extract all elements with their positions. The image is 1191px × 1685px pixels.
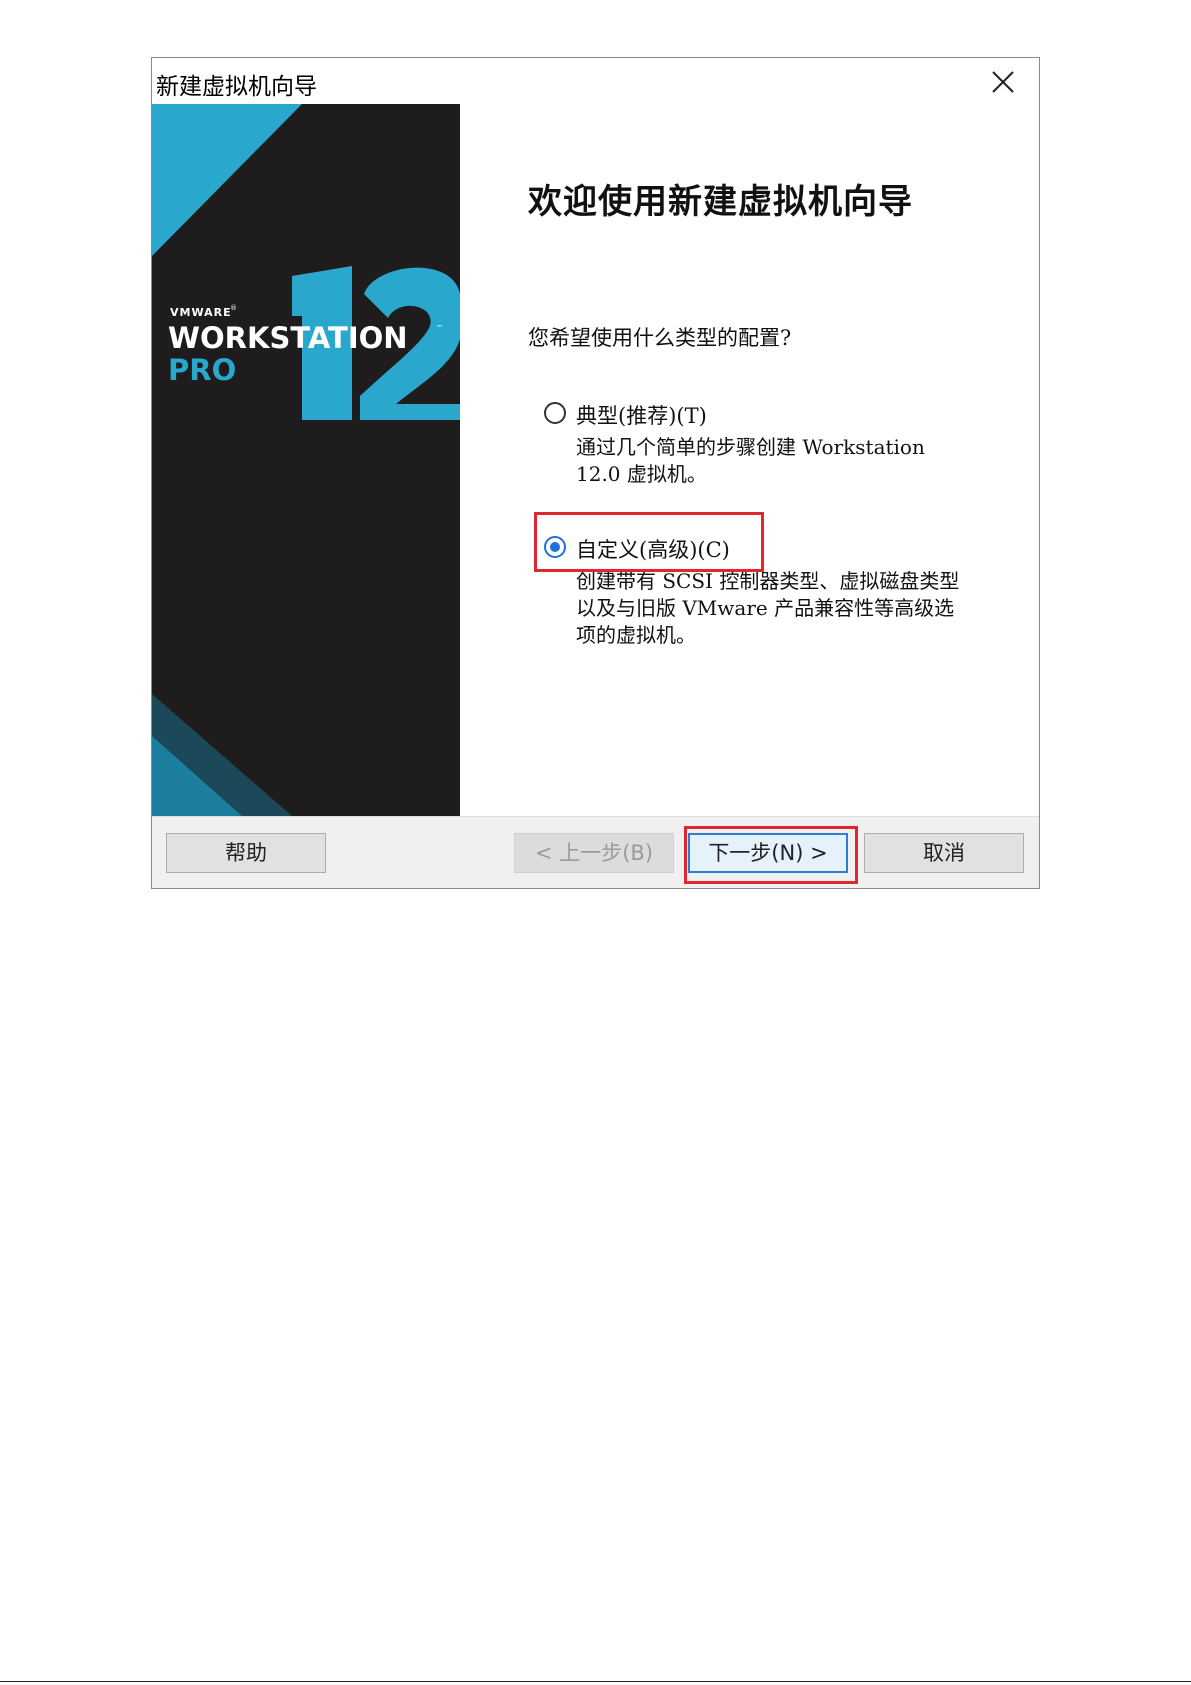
config-question: 您希望使用什么类型的配置?	[528, 326, 792, 350]
help-button[interactable]: 帮助	[166, 833, 326, 873]
workstation-pro-logo: VMWARE ® WORKSTATION ™ PRO	[152, 104, 460, 816]
svg-text:®: ®	[230, 304, 237, 312]
back-button[interactable]: < 上一步(B)	[514, 833, 674, 873]
wizard-heading: 欢迎使用新建虚拟机向导	[528, 182, 913, 222]
wizard-content: 欢迎使用新建虚拟机向导 您希望使用什么类型的配置? 典型(推荐)(T) 通过几个…	[460, 104, 1039, 816]
title-bar: 新建虚拟机向导	[152, 58, 1039, 104]
button-bar: 帮助 < 上一步(B) 下一步(N) > 取消	[152, 816, 1039, 888]
vmware-banner: VMWARE ® WORKSTATION ™ PRO	[152, 104, 460, 816]
radio-typical[interactable]	[544, 402, 566, 424]
brand-text: VMWARE	[170, 306, 232, 319]
close-icon	[992, 71, 1014, 93]
cancel-button[interactable]: 取消	[864, 833, 1024, 873]
option-custom-description: 创建带有 SCSI 控制器类型、虚拟磁盘类型 以及与旧版 VMware 产品兼容…	[576, 569, 960, 647]
option-typical-label: 典型(推荐)(T)	[576, 404, 707, 428]
custom-option-highlight	[534, 512, 764, 572]
new-vm-wizard-dialog: 新建虚拟机向导 VMWARE ® WORKSTATION ™ PRO 欢迎使用新…	[151, 57, 1040, 889]
next-button-highlight	[684, 826, 858, 884]
window-title: 新建虚拟机向导	[156, 74, 317, 100]
option-typical-description: 通过几个简单的步骤创建 Workstation 12.0 虚拟机。	[576, 435, 925, 486]
svg-text:™: ™	[436, 324, 443, 332]
page-footer-line	[0, 1681, 1191, 1682]
product-text: WORKSTATION	[168, 321, 408, 355]
close-button[interactable]	[989, 68, 1017, 96]
edition-text: PRO	[168, 353, 236, 387]
